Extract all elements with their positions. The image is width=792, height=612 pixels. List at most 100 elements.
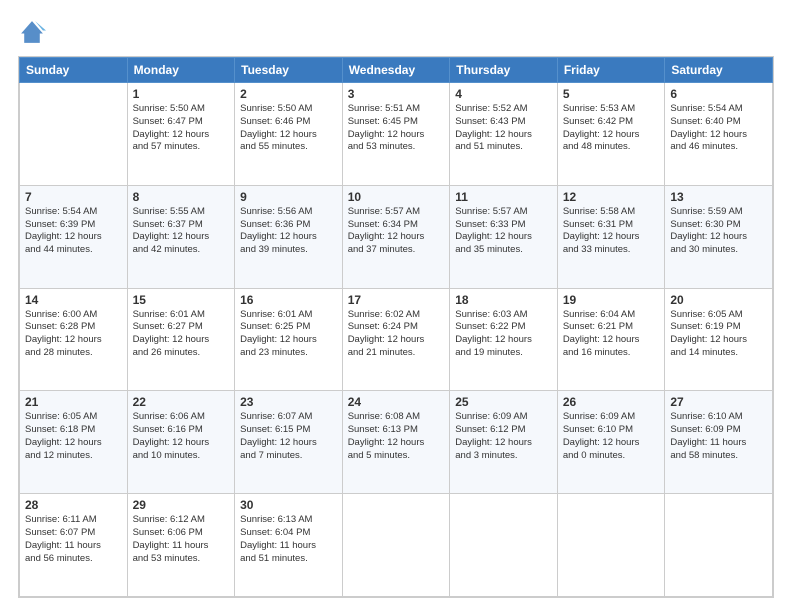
day-info: Sunrise: 6:05 AM Sunset: 6:18 PM Dayligh… — [25, 411, 122, 462]
calendar-cell: 3 Sunrise: 5:51 AM Sunset: 6:45 PM Daylig… — [342, 83, 450, 186]
day-info: Sunrise: 6:09 AM Sunset: 6:10 PM Dayligh… — [563, 411, 660, 462]
weekday-header-row: SundayMondayTuesdayWednesdayThursdayFrid… — [20, 58, 773, 83]
day-info: Sunrise: 5:50 AM Sunset: 6:46 PM Dayligh… — [240, 103, 337, 154]
calendar-cell — [665, 494, 773, 597]
day-info: Sunrise: 6:05 AM Sunset: 6:19 PM Dayligh… — [670, 309, 767, 360]
day-info: Sunrise: 5:58 AM Sunset: 6:31 PM Dayligh… — [563, 206, 660, 257]
day-number: 21 — [25, 395, 122, 409]
calendar-cell: 7 Sunrise: 5:54 AM Sunset: 6:39 PM Daylig… — [20, 185, 128, 288]
logo-icon — [18, 18, 46, 46]
calendar-cell: 15Sunrise: 6:01 AM Sunset: 6:27 PM Dayli… — [127, 288, 235, 391]
day-number: 13 — [670, 190, 767, 204]
calendar-header: SundayMondayTuesdayWednesdayThursdayFrid… — [20, 58, 773, 83]
day-info: Sunrise: 6:03 AM Sunset: 6:22 PM Dayligh… — [455, 309, 552, 360]
day-info: Sunrise: 5:54 AM Sunset: 6:39 PM Dayligh… — [25, 206, 122, 257]
week-row-4: 21 Sunrise: 6:05 AM Sunset: 6:18 PM Dayli… — [20, 391, 773, 494]
calendar-cell — [450, 494, 558, 597]
logo — [18, 18, 50, 46]
week-row-3: 14 Sunrise: 6:00 AM Sunset: 6:28 PM Dayli… — [20, 288, 773, 391]
calendar-cell: 26 Sunrise: 6:09 AM Sunset: 6:10 PM Dayli… — [557, 391, 665, 494]
day-number: 29 — [133, 498, 230, 512]
calendar-cell: 1 Sunrise: 5:50 AM Sunset: 6:47 PM Daylig… — [127, 83, 235, 186]
day-number: 17 — [348, 293, 445, 307]
day-info: Sunrise: 6:01 AM Sunset: 6:25 PM Dayligh… — [240, 309, 337, 360]
calendar-cell: 29Sunrise: 6:12 AM Sunset: 6:06 PM Dayli… — [127, 494, 235, 597]
day-info: Sunrise: 5:52 AM Sunset: 6:43 PM Dayligh… — [455, 103, 552, 154]
calendar-cell: 9 Sunrise: 5:56 AM Sunset: 6:36 PM Daylig… — [235, 185, 343, 288]
calendar-table: SundayMondayTuesdayWednesdayThursdayFrid… — [19, 57, 773, 597]
day-number: 22 — [133, 395, 230, 409]
calendar-cell: 2Sunrise: 5:50 AM Sunset: 6:46 PM Daylig… — [235, 83, 343, 186]
day-number: 3 — [348, 87, 445, 101]
calendar-cell: 11Sunrise: 5:57 AM Sunset: 6:33 PM Dayli… — [450, 185, 558, 288]
day-info: Sunrise: 5:51 AM Sunset: 6:45 PM Dayligh… — [348, 103, 445, 154]
calendar-cell: 19 Sunrise: 6:04 AM Sunset: 6:21 PM Dayli… — [557, 288, 665, 391]
day-number: 1 — [133, 87, 230, 101]
calendar-cell — [557, 494, 665, 597]
calendar-cell: 22Sunrise: 6:06 AM Sunset: 6:16 PM Dayli… — [127, 391, 235, 494]
calendar-cell: 8Sunrise: 5:55 AM Sunset: 6:37 PM Daylig… — [127, 185, 235, 288]
calendar-cell: 20 Sunrise: 6:05 AM Sunset: 6:19 PM Dayli… — [665, 288, 773, 391]
calendar-cell — [20, 83, 128, 186]
weekday-header-monday: Monday — [127, 58, 235, 83]
calendar-cell: 6Sunrise: 5:54 AM Sunset: 6:40 PM Daylig… — [665, 83, 773, 186]
weekday-header-thursday: Thursday — [450, 58, 558, 83]
calendar-cell: 28 Sunrise: 6:11 AM Sunset: 6:07 PM Dayli… — [20, 494, 128, 597]
calendar-cell: 18Sunrise: 6:03 AM Sunset: 6:22 PM Dayli… — [450, 288, 558, 391]
day-info: Sunrise: 5:50 AM Sunset: 6:47 PM Dayligh… — [133, 103, 230, 154]
calendar-cell: 24 Sunrise: 6:08 AM Sunset: 6:13 PM Dayli… — [342, 391, 450, 494]
calendar-cell: 14 Sunrise: 6:00 AM Sunset: 6:28 PM Dayli… — [20, 288, 128, 391]
calendar: SundayMondayTuesdayWednesdayThursdayFrid… — [18, 56, 774, 598]
day-info: Sunrise: 5:53 AM Sunset: 6:42 PM Dayligh… — [563, 103, 660, 154]
day-info: Sunrise: 5:57 AM Sunset: 6:34 PM Dayligh… — [348, 206, 445, 257]
weekday-header-friday: Friday — [557, 58, 665, 83]
day-number: 16 — [240, 293, 337, 307]
day-info: Sunrise: 5:55 AM Sunset: 6:37 PM Dayligh… — [133, 206, 230, 257]
calendar-cell: 27 Sunrise: 6:10 AM Sunset: 6:09 PM Dayli… — [665, 391, 773, 494]
day-info: Sunrise: 6:11 AM Sunset: 6:07 PM Dayligh… — [25, 514, 122, 565]
page: SundayMondayTuesdayWednesdayThursdayFrid… — [0, 0, 792, 612]
weekday-header-wednesday: Wednesday — [342, 58, 450, 83]
day-info: Sunrise: 6:10 AM Sunset: 6:09 PM Dayligh… — [670, 411, 767, 462]
day-number: 12 — [563, 190, 660, 204]
weekday-header-sunday: Sunday — [20, 58, 128, 83]
day-number: 24 — [348, 395, 445, 409]
day-number: 25 — [455, 395, 552, 409]
day-number: 19 — [563, 293, 660, 307]
weekday-header-tuesday: Tuesday — [235, 58, 343, 83]
day-number: 23 — [240, 395, 337, 409]
calendar-cell: 4 Sunrise: 5:52 AM Sunset: 6:43 PM Daylig… — [450, 83, 558, 186]
calendar-cell — [342, 494, 450, 597]
calendar-cell: 30Sunrise: 6:13 AM Sunset: 6:04 PM Dayli… — [235, 494, 343, 597]
day-number: 27 — [670, 395, 767, 409]
day-number: 9 — [240, 190, 337, 204]
week-row-5: 28 Sunrise: 6:11 AM Sunset: 6:07 PM Dayli… — [20, 494, 773, 597]
calendar-cell: 13 Sunrise: 5:59 AM Sunset: 6:30 PM Dayli… — [665, 185, 773, 288]
day-info: Sunrise: 6:09 AM Sunset: 6:12 PM Dayligh… — [455, 411, 552, 462]
day-number: 4 — [455, 87, 552, 101]
day-info: Sunrise: 6:07 AM Sunset: 6:15 PM Dayligh… — [240, 411, 337, 462]
calendar-cell: 25 Sunrise: 6:09 AM Sunset: 6:12 PM Dayli… — [450, 391, 558, 494]
day-info: Sunrise: 6:00 AM Sunset: 6:28 PM Dayligh… — [25, 309, 122, 360]
calendar-cell: 17Sunrise: 6:02 AM Sunset: 6:24 PM Dayli… — [342, 288, 450, 391]
calendar-cell: 21 Sunrise: 6:05 AM Sunset: 6:18 PM Dayli… — [20, 391, 128, 494]
day-number: 20 — [670, 293, 767, 307]
weekday-header-saturday: Saturday — [665, 58, 773, 83]
calendar-cell: 10Sunrise: 5:57 AM Sunset: 6:34 PM Dayli… — [342, 185, 450, 288]
calendar-body: 1 Sunrise: 5:50 AM Sunset: 6:47 PM Daylig… — [20, 83, 773, 597]
day-number: 26 — [563, 395, 660, 409]
calendar-cell: 5Sunrise: 5:53 AM Sunset: 6:42 PM Daylig… — [557, 83, 665, 186]
calendar-cell: 12 Sunrise: 5:58 AM Sunset: 6:31 PM Dayli… — [557, 185, 665, 288]
day-info: Sunrise: 5:59 AM Sunset: 6:30 PM Dayligh… — [670, 206, 767, 257]
week-row-2: 7 Sunrise: 5:54 AM Sunset: 6:39 PM Daylig… — [20, 185, 773, 288]
day-number: 28 — [25, 498, 122, 512]
day-number: 11 — [455, 190, 552, 204]
week-row-1: 1 Sunrise: 5:50 AM Sunset: 6:47 PM Daylig… — [20, 83, 773, 186]
day-info: Sunrise: 6:08 AM Sunset: 6:13 PM Dayligh… — [348, 411, 445, 462]
day-number: 30 — [240, 498, 337, 512]
day-info: Sunrise: 5:56 AM Sunset: 6:36 PM Dayligh… — [240, 206, 337, 257]
day-info: Sunrise: 6:04 AM Sunset: 6:21 PM Dayligh… — [563, 309, 660, 360]
day-number: 7 — [25, 190, 122, 204]
day-number: 14 — [25, 293, 122, 307]
day-number: 6 — [670, 87, 767, 101]
